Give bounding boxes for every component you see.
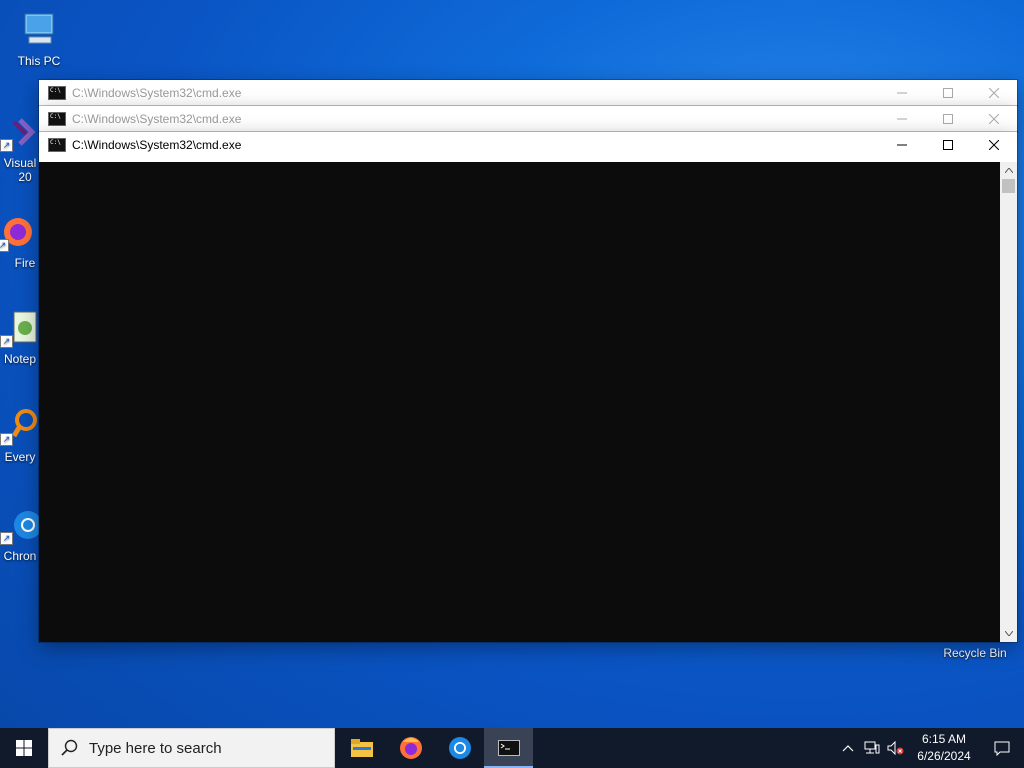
console-output[interactable] [39, 162, 1000, 642]
window-title: C:\Windows\System32\cmd.exe [72, 112, 242, 126]
taskbar-cmd[interactable] [484, 728, 533, 768]
network-button[interactable] [860, 728, 884, 768]
maximize-icon [943, 114, 953, 124]
search-placeholder: Type here to search [89, 739, 222, 757]
cmd-window-back-2[interactable]: C:\Windows\System32\cmd.exe [39, 106, 1017, 132]
action-center-button[interactable] [980, 728, 1024, 768]
close-icon [989, 140, 999, 150]
search-icon [61, 739, 78, 756]
network-icon [864, 741, 880, 754]
firefox-icon: ↗ [0, 212, 36, 252]
desktop-icon-label: Recycle Bin [943, 646, 1007, 660]
chevron-down-icon [1004, 631, 1013, 636]
maximize-button[interactable] [925, 132, 971, 158]
start-button[interactable] [0, 728, 48, 768]
scroll-down-button[interactable] [1000, 625, 1017, 642]
maximize-icon [943, 140, 953, 150]
notification-icon [994, 741, 1010, 756]
cmd-window-back-1[interactable]: C:\Windows\System32\cmd.exe [39, 80, 1017, 106]
window-titlebar[interactable]: C:\Windows\System32\cmd.exe [39, 106, 1017, 132]
visual-studio-icon: ↗ [0, 112, 40, 152]
close-button[interactable] [971, 132, 1017, 158]
taskbar-file-explorer[interactable] [337, 728, 386, 768]
clock-time: 6:15 AM [921, 732, 967, 746]
close-button[interactable] [971, 80, 1017, 106]
window-titlebar[interactable]: C:\Windows\System32\cmd.exe [39, 132, 1017, 158]
scroll-up-button[interactable] [1000, 162, 1017, 179]
chrome-icon: ↗ [0, 505, 42, 545]
minimize-icon [897, 144, 907, 146]
minimize-button[interactable] [879, 106, 925, 132]
show-hidden-icons-button[interactable] [836, 728, 860, 768]
cmd-window-active[interactable]: C:\Windows\System32\cmd.exe [39, 132, 1017, 642]
shortcut-arrow-icon: ↗ [0, 335, 13, 348]
firefox-icon [399, 737, 422, 759]
window-title: C:\Windows\System32\cmd.exe [72, 86, 242, 100]
chevron-up-icon [1004, 168, 1013, 173]
maximize-icon [943, 88, 953, 98]
cmd-icon [48, 86, 66, 100]
close-icon [989, 88, 999, 98]
shortcut-arrow-icon: ↗ [0, 433, 13, 446]
maximize-button[interactable] [925, 80, 971, 106]
minimize-icon [897, 92, 907, 94]
taskbar-clock[interactable]: 6:15 AM 6/26/2024 [908, 731, 980, 765]
minimize-button[interactable] [879, 132, 925, 158]
close-button[interactable] [971, 106, 1017, 132]
shortcut-arrow-icon: ↗ [0, 532, 13, 545]
shortcut-arrow-icon: ↗ [0, 239, 9, 252]
taskbar-firefox[interactable] [386, 728, 435, 768]
minimize-icon [897, 118, 907, 120]
computer-icon [19, 10, 59, 50]
taskbar: Type here to search 6:15 AM 6/26/2024 [0, 728, 1024, 768]
windows-logo-icon [16, 740, 32, 756]
volume-muted-icon [887, 741, 904, 755]
scrollbar-thumb[interactable] [1002, 179, 1015, 193]
notepad-icon: ↗ [0, 308, 40, 348]
close-icon [989, 114, 999, 124]
cmd-icon [48, 112, 66, 126]
window-titlebar[interactable]: C:\Windows\System32\cmd.exe [39, 80, 1017, 106]
taskbar-search-box[interactable]: Type here to search [48, 728, 335, 768]
taskbar-chrome[interactable] [435, 728, 484, 768]
chevron-up-icon [842, 744, 854, 751]
maximize-button[interactable] [925, 106, 971, 132]
chrome-icon [448, 737, 471, 759]
vertical-scrollbar[interactable] [1000, 162, 1017, 642]
cmd-icon [48, 138, 66, 152]
everything-icon: ↗ [0, 406, 40, 446]
volume-button[interactable] [884, 728, 908, 768]
window-title: C:\Windows\System32\cmd.exe [72, 138, 242, 152]
cmd-icon [497, 740, 520, 756]
file-explorer-icon [350, 739, 373, 757]
minimize-button[interactable] [879, 80, 925, 106]
system-tray: 6:15 AM 6/26/2024 [836, 728, 1024, 768]
clock-date: 6/26/2024 [917, 749, 971, 763]
desktop-icon-this-pc[interactable]: This PC [3, 10, 75, 68]
shortcut-arrow-icon: ↗ [0, 139, 13, 152]
desktop-icon-label: This PC [17, 54, 61, 68]
